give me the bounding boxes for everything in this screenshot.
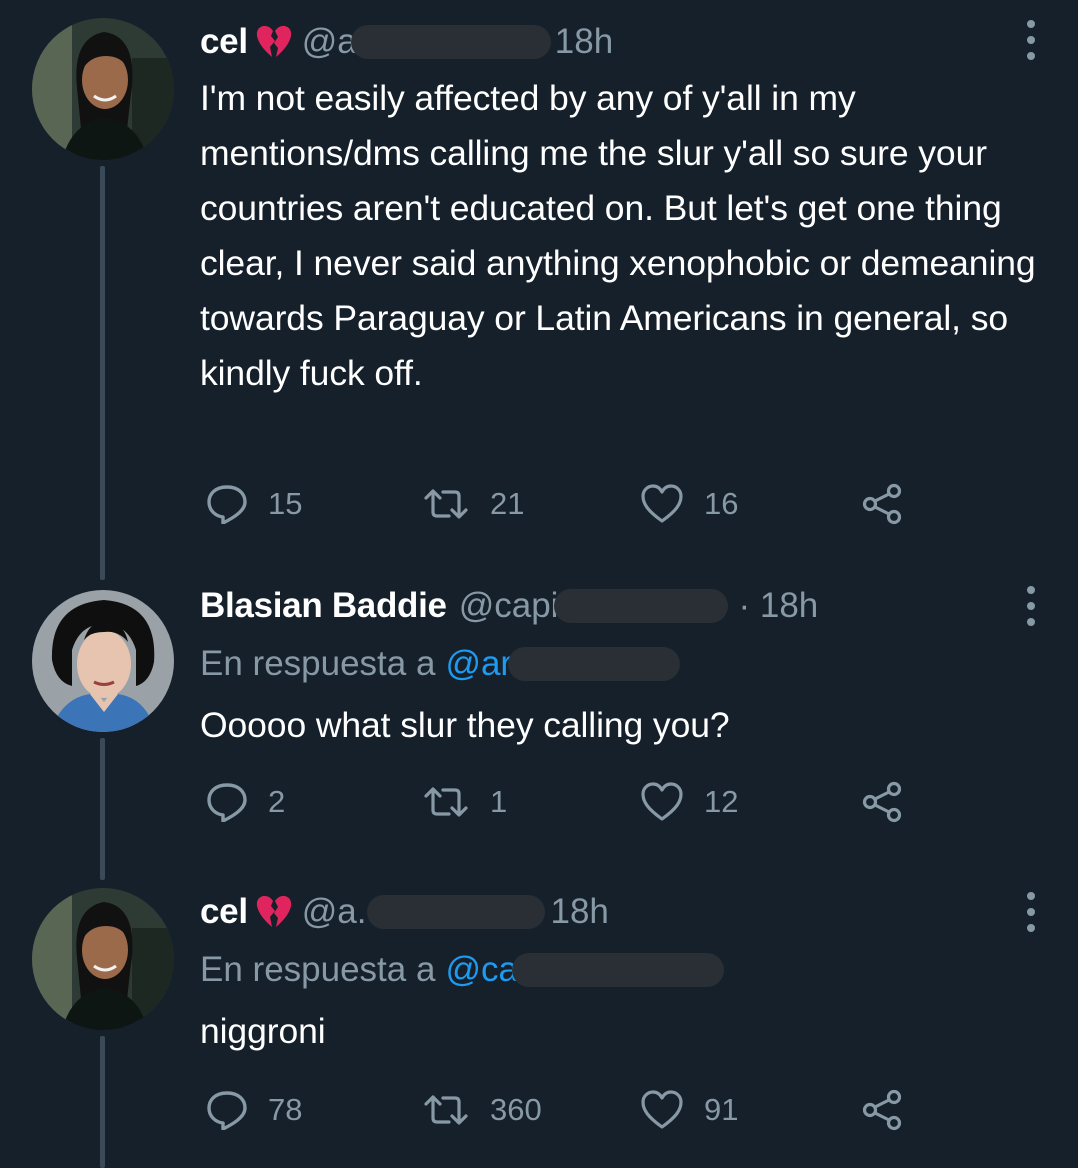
display-name[interactable]: cel — [200, 22, 248, 62]
retweet-icon — [424, 1095, 468, 1125]
like-icon — [641, 782, 683, 821]
share-button[interactable] — [860, 780, 904, 824]
tweet-text: I'm not easily affected by any of y'all … — [200, 78, 1036, 393]
more-icon[interactable] — [1026, 586, 1036, 626]
reply-mention-link[interactable]: @ca — [445, 950, 518, 990]
reply-context: En respuesta a @ca — [200, 946, 724, 994]
redaction-bar — [366, 895, 545, 929]
share-icon — [862, 483, 902, 525]
retweet-icon — [424, 489, 468, 519]
user-handle[interactable]: @capi — [459, 586, 559, 626]
thread-line — [100, 1036, 105, 1168]
reply-button[interactable]: 78 — [206, 1088, 302, 1132]
retweet-button[interactable]: 1 — [422, 780, 507, 824]
reply-icon — [207, 1091, 247, 1130]
retweet-count: 360 — [490, 1092, 542, 1127]
retweet-icon — [424, 787, 468, 817]
avatar-cel[interactable] — [32, 18, 174, 160]
redaction-bar — [350, 25, 551, 59]
tweet-header: Blasian Baddie @capi · 18h — [200, 582, 818, 630]
reply-label: En respuesta a — [200, 950, 436, 989]
tweet-1[interactable]: cel @a 18h I'm not easily affected by an… — [0, 0, 1078, 580]
retweet-count: 21 — [490, 486, 525, 521]
like-button[interactable]: 12 — [640, 780, 738, 824]
reply-context: En respuesta a @ar — [200, 640, 681, 688]
share-icon — [862, 781, 902, 823]
reply-label: En respuesta a — [200, 644, 436, 683]
timestamp[interactable]: 18h — [555, 22, 613, 62]
reply-count: 2 — [268, 784, 286, 819]
tweet-actions: 78 360 91 — [200, 1088, 920, 1132]
user-handle[interactable]: @a — [302, 22, 357, 62]
broken-heart-icon — [256, 895, 292, 929]
retweet-button[interactable]: 360 — [422, 1088, 542, 1132]
retweet-count: 1 — [490, 784, 508, 819]
reply-button[interactable]: 2 — [206, 780, 285, 824]
display-name[interactable]: Blasian Baddie — [200, 586, 447, 626]
like-icon — [641, 484, 683, 523]
like-button[interactable]: 16 — [640, 482, 738, 526]
tweet-header: cel @a 18h — [200, 18, 613, 66]
display-name[interactable]: cel — [200, 892, 248, 932]
broken-heart-icon — [256, 25, 292, 59]
redaction-bar — [554, 589, 729, 623]
like-count: 91 — [704, 1092, 739, 1127]
tweet-actions: 2 1 12 — [200, 780, 920, 824]
like-count: 16 — [704, 486, 739, 521]
reply-mention-link[interactable]: @ar — [445, 644, 512, 684]
more-icon[interactable] — [1026, 20, 1036, 60]
retweet-button[interactable]: 21 — [422, 482, 524, 526]
redaction-bar — [508, 647, 681, 681]
redaction-bar — [511, 953, 724, 987]
share-icon — [862, 1089, 902, 1131]
avatar-blasian-baddie[interactable] — [32, 590, 174, 732]
tweet-text: niggroni — [200, 1011, 326, 1051]
like-icon — [641, 1090, 683, 1129]
tweet-header: cel @a. 18h — [200, 888, 609, 936]
thread-line — [100, 166, 105, 580]
reply-count: 15 — [268, 486, 303, 521]
more-icon[interactable] — [1026, 892, 1036, 932]
tweet-actions: 15 21 16 — [200, 482, 920, 526]
user-handle[interactable]: @a. — [302, 892, 367, 932]
tweet-3[interactable]: cel @a. 18h En respuesta a @ca niggroni … — [0, 880, 1078, 1168]
avatar-cel[interactable] — [32, 888, 174, 1030]
share-button[interactable] — [860, 1088, 904, 1132]
like-button[interactable]: 91 — [640, 1088, 738, 1132]
tweet-2[interactable]: Blasian Baddie @capi · 18h En respuesta … — [0, 580, 1078, 880]
like-count: 12 — [704, 784, 739, 819]
reply-count: 78 — [268, 1092, 303, 1127]
thread-line — [100, 738, 105, 880]
reply-icon — [207, 485, 247, 524]
tweet-text: Ooooo what slur they calling you? — [200, 705, 730, 745]
reply-button[interactable]: 15 — [206, 482, 302, 526]
timestamp[interactable]: · 18h — [738, 586, 818, 626]
timestamp[interactable]: 18h — [551, 892, 609, 932]
reply-icon — [207, 783, 247, 822]
share-button[interactable] — [860, 482, 904, 526]
